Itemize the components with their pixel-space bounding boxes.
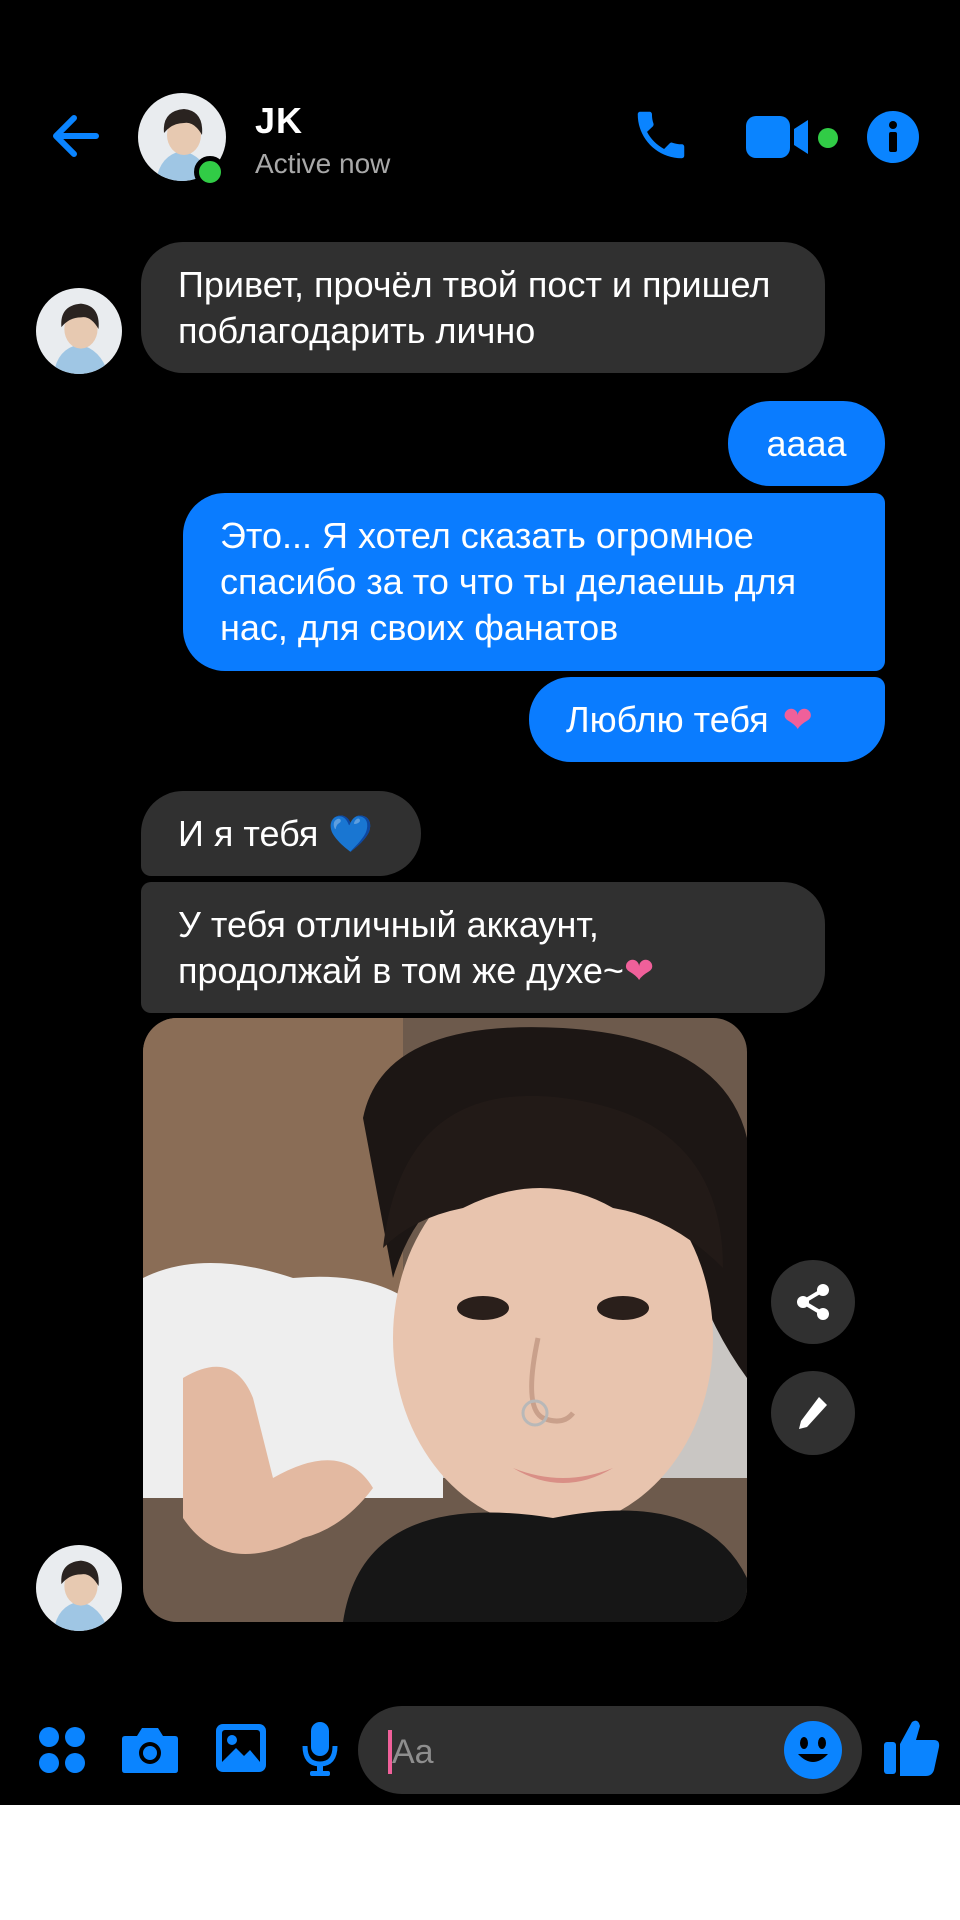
video-camera-icon[interactable] — [744, 112, 812, 162]
message-bubble-outgoing[interactable]: аааа — [728, 401, 885, 486]
chat-screen: JK Active now Привет, прочёл твой пост и… — [0, 0, 960, 1805]
sender-avatar[interactable] — [36, 1545, 122, 1631]
contact-name[interactable]: JK — [255, 100, 303, 142]
microphone-icon[interactable] — [302, 1720, 338, 1778]
share-button[interactable] — [771, 1260, 855, 1344]
blue-heart-emoji: 💙 — [328, 812, 374, 854]
pink-heart-emoji: ❤ — [782, 698, 813, 740]
message-bubble-incoming[interactable]: У тебя отличный аккаунт, продолжай в том… — [141, 882, 825, 1013]
message-text: У тебя отличный аккаунт, продолжай в том… — [178, 904, 624, 991]
message-bubble-outgoing[interactable]: Люблю тебя ❤ — [529, 677, 885, 762]
message-bubble-incoming[interactable]: И я тебя 💙 — [141, 791, 421, 876]
edit-button[interactable] — [771, 1371, 855, 1455]
share-icon — [797, 1284, 829, 1320]
contact-status: Active now — [255, 148, 391, 179]
thumbs-up-icon[interactable] — [882, 1716, 942, 1778]
message-text: Это... Я хотел сказать огромное спасибо … — [220, 515, 797, 648]
message-bubble-outgoing[interactable]: Это... Я хотел сказать огромное спасибо … — [183, 493, 885, 671]
phone-icon[interactable] — [630, 104, 692, 166]
sender-avatar[interactable] — [36, 288, 122, 374]
shared-photo[interactable] — [143, 1018, 747, 1622]
message-text: Привет, прочёл твой пост и пришел поблаг… — [178, 263, 771, 351]
camera-icon[interactable] — [121, 1724, 179, 1774]
video-online-dot — [818, 128, 838, 148]
message-text: аааа — [766, 422, 847, 464]
message-text: Люблю тебя — [566, 698, 769, 740]
info-icon[interactable] — [866, 110, 920, 164]
message-bubble-incoming[interactable]: Привет, прочёл твой пост и пришел поблаг… — [141, 242, 825, 373]
message-text: И я тебя — [178, 812, 319, 854]
pink-heart-emoji: ❤ — [623, 950, 655, 991]
pencil-icon — [799, 1397, 827, 1429]
image-icon[interactable] — [214, 1722, 268, 1774]
four-dots-icon[interactable] — [38, 1726, 86, 1774]
back-arrow-icon[interactable] — [48, 108, 104, 164]
smiley-icon[interactable] — [783, 1720, 843, 1780]
message-input-placeholder: Aa — [392, 1733, 434, 1771]
online-indicator — [194, 156, 226, 188]
